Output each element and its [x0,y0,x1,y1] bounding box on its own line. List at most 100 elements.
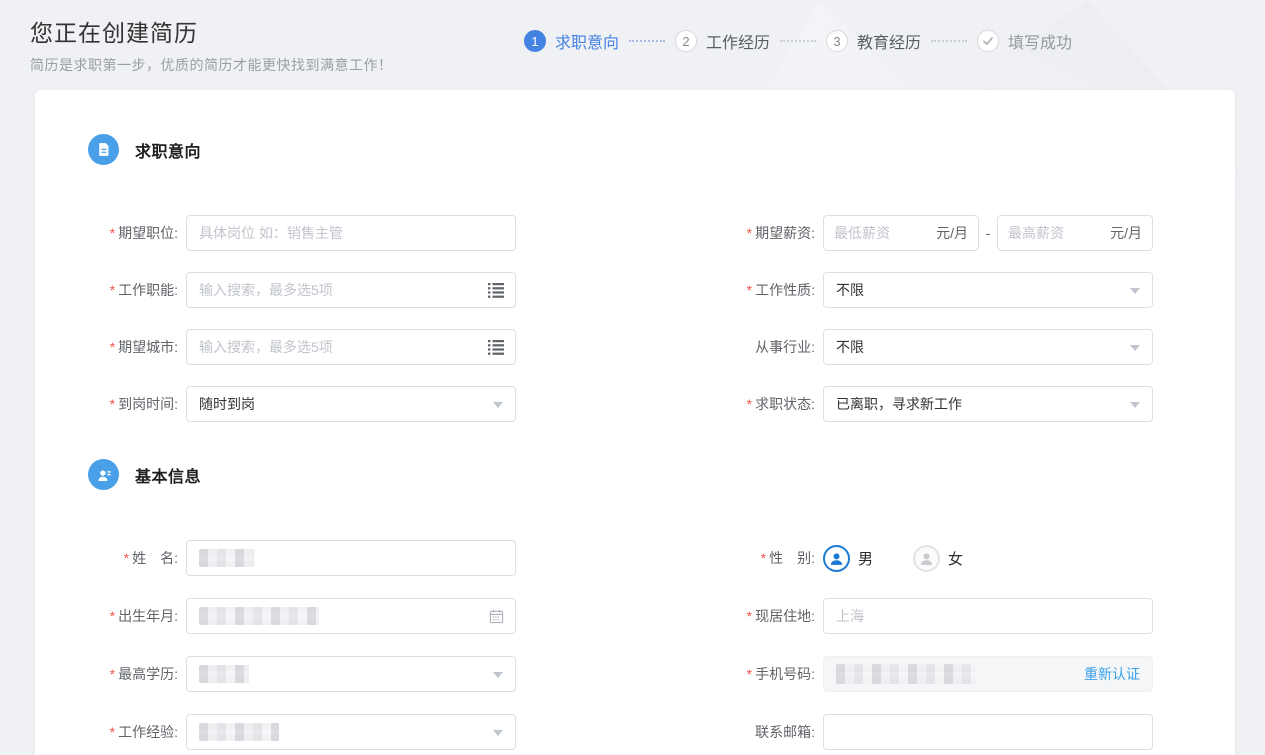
field-label: *现居住地: [672,606,815,626]
redacted-birth-value [199,607,319,625]
field-name: *姓 名: [35,540,516,576]
chevron-down-icon [1130,402,1140,408]
gender-male-option[interactable]: 男 [823,545,873,572]
education-select[interactable] [186,656,516,692]
field-expected-city: *期望城市: [35,329,516,365]
redacted-education-value [199,665,249,683]
arrival-time-select[interactable]: 随时到岗 [186,386,516,422]
step-number-badge: 3 [826,30,848,52]
section-title: 基本信息 [135,463,201,487]
salary-range-dash: - [979,225,997,241]
step-education[interactable]: 3 教育经历 [826,29,921,53]
job-function-input[interactable] [199,282,477,298]
section-title: 求职意向 [135,138,201,162]
step-success: 填写成功 [977,29,1072,53]
step-label: 求职意向 [555,29,619,53]
job-nature-select[interactable]: 不限 [823,272,1153,308]
field-label: 联系邮箱: [672,722,815,742]
field-expected-position: *期望职位: [35,215,516,251]
field-education: *最高学历: [35,656,516,692]
expected-position-input-box [186,215,516,251]
field-job-nature: *工作性质: 不限 [672,272,1153,308]
step-label: 填写成功 [1008,29,1072,53]
phone-field: 重新认证 [823,656,1153,692]
redacted-experience-value [199,723,279,741]
salary-max-input[interactable] [1008,225,1080,241]
step-label: 教育经历 [857,29,921,53]
field-label: *工作职能: [35,280,178,300]
person-icon [88,459,119,490]
step-connector [629,40,665,42]
residence-input-box [823,598,1153,634]
list-picker-icon[interactable] [488,283,504,298]
field-label: *求职状态: [672,394,815,414]
chevron-down-icon [1130,345,1140,351]
gender-options: 男 女 [823,545,1003,572]
salary-min-input[interactable] [834,225,906,241]
work-experience-select[interactable] [186,714,516,750]
field-label: *期望城市: [35,337,178,357]
resume-create-page: 您正在创建简历 简历是求职第一步，优质的简历才能更快找到满意工作！ 1 求职意向… [0,0,1265,755]
step-connector [780,40,816,42]
step-work-experience[interactable]: 2 工作经历 [675,29,770,53]
step-connector [931,40,967,42]
section-basic-info-header: 基本信息 [88,459,201,490]
gender-female-option[interactable]: 女 [913,545,963,572]
stepper: 1 求职意向 2 工作经历 3 教育经历 填写成功 [524,29,1072,53]
expected-position-input[interactable] [199,225,503,241]
field-label: *期望薪资: [672,223,815,243]
residence-input[interactable] [836,608,1140,624]
chevron-down-icon [493,672,503,678]
field-label: *工作性质: [672,280,815,300]
step-number-badge: 1 [524,30,546,52]
field-label: *到岗时间: [35,394,178,414]
document-icon [88,134,119,165]
redacted-name-value [199,549,254,567]
female-person-icon [913,545,940,572]
field-arrival-time: *到岗时间: 随时到岗 [35,386,516,422]
chevron-down-icon [493,402,503,408]
email-input-box [823,714,1153,750]
field-expected-salary: *期望薪资: 元/月 - 元/月 [672,215,1153,251]
field-job-function: *工作职能: [35,272,516,308]
field-industry: 从事行业: 不限 [672,329,1153,365]
industry-select[interactable]: 不限 [823,329,1153,365]
field-job-status: *求职状态: 已离职，寻求新工作 [672,386,1153,422]
male-person-icon [823,545,850,572]
field-label: *出生年月: [35,606,178,626]
salary-min-box: 元/月 [823,215,979,251]
name-input-box[interactable] [186,540,516,576]
birth-date-picker[interactable] [186,598,516,634]
step-number-badge: 2 [675,30,697,52]
reverify-link[interactable]: 重新认证 [1084,664,1140,684]
redacted-phone-value [836,664,976,684]
field-label: *手机号码: [672,664,815,684]
field-label: 从事行业: [672,337,815,357]
field-residence: *现居住地: [672,598,1153,634]
email-input[interactable] [836,724,1140,740]
resume-form-card: 求职意向 *期望职位: *工作职能: *期望城市: [35,90,1235,755]
chevron-down-icon [493,730,503,736]
field-phone: *手机号码: 重新认证 [672,656,1153,692]
field-birth-date: *出生年月: [35,598,516,634]
chevron-down-icon [1130,288,1140,294]
field-label: *期望职位: [35,223,178,243]
field-work-experience: *工作经验: [35,714,516,750]
salary-range: 元/月 - 元/月 [823,215,1153,251]
calendar-icon[interactable] [489,609,504,624]
job-status-select[interactable]: 已离职，寻求新工作 [823,386,1153,422]
check-icon [977,30,999,52]
section-job-intent-header: 求职意向 [88,134,201,165]
salary-max-box: 元/月 [997,215,1153,251]
expected-city-input-box [186,329,516,365]
page-subtitle: 简历是求职第一步，优质的简历才能更快找到满意工作！ [30,55,393,75]
step-label: 工作经历 [706,29,770,53]
page-title: 您正在创建简历 [30,14,198,48]
field-label: *姓 名: [35,548,178,568]
field-email: 联系邮箱: [672,714,1153,750]
field-label: *工作经验: [35,722,178,742]
step-job-intent[interactable]: 1 求职意向 [524,29,619,53]
field-label: *最高学历: [35,664,178,684]
list-picker-icon[interactable] [488,340,504,355]
expected-city-input[interactable] [199,339,477,355]
